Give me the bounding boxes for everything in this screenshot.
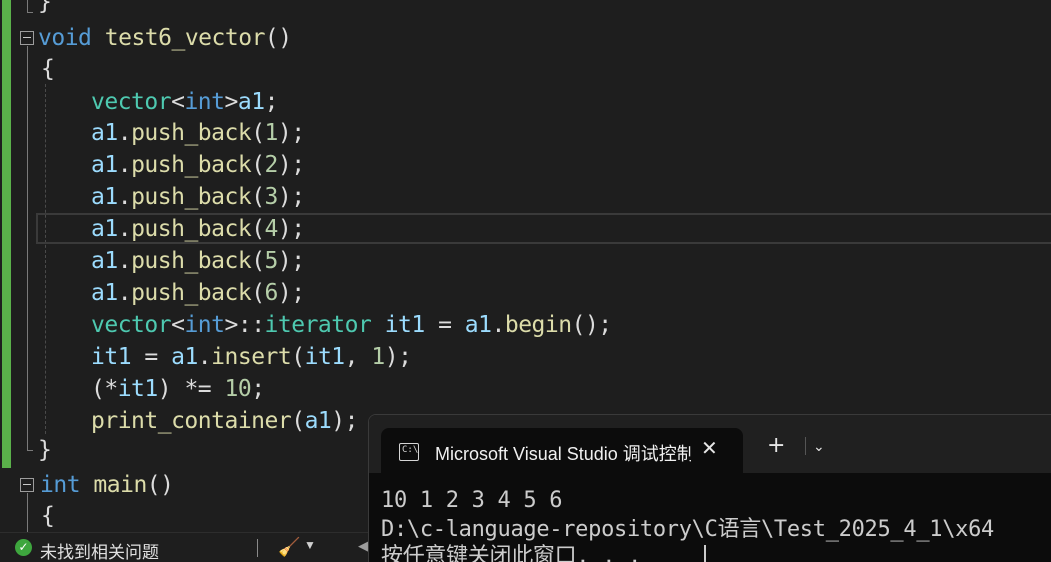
function-name: push_back: [131, 120, 252, 146]
output-line: D:\c-language-repository\C语言\Test_2025_4…: [381, 517, 994, 542]
keyword: int: [184, 312, 225, 338]
variable: a1: [304, 408, 332, 434]
variable: a1: [464, 312, 492, 338]
code-line[interactable]: it1 = a1.insert(it1, 1);: [91, 341, 412, 373]
function-name: print_container: [91, 408, 292, 434]
function-name: main: [93, 472, 147, 498]
fold-line: [27, 46, 28, 450]
number: 3: [264, 184, 279, 210]
number: 5: [264, 248, 279, 274]
variable: it1: [117, 376, 159, 402]
function-name: test6_vector: [104, 25, 266, 51]
terminal-tab[interactable]: C:\ Microsoft Visual Studio 调试控制台 ✕: [381, 428, 743, 474]
number: 10: [224, 376, 252, 402]
fold-end: [27, 450, 33, 451]
code-line[interactable]: void test6_vector(): [38, 22, 292, 54]
scroll-left-icon[interactable]: ◀: [358, 538, 368, 554]
punctuation: (): [264, 25, 292, 51]
indent-guide: [45, 84, 46, 434]
text-cursor: [704, 545, 706, 562]
tab-title: Microsoft Visual Studio 调试控制台: [435, 444, 691, 464]
change-indicator-bar: [2, 0, 11, 468]
chevron-down-icon[interactable]: ⌄: [813, 439, 825, 455]
number: 1: [264, 120, 279, 146]
divider: [805, 437, 806, 455]
code-line[interactable]: print_container(a1);: [91, 405, 358, 437]
type-name: vector: [91, 89, 172, 115]
console-icon: C:\: [399, 443, 419, 461]
debug-console-window[interactable]: C:\ Microsoft Visual Studio 调试控制台 ✕ + ⌄ …: [368, 414, 1051, 562]
brace: }: [38, 0, 52, 15]
number: 6: [264, 280, 279, 306]
collapse-toggle-test6[interactable]: [20, 31, 34, 45]
variable: a1: [91, 280, 118, 306]
function-name: insert: [211, 344, 292, 370]
brace: }: [38, 437, 52, 463]
variable: a1: [91, 248, 118, 274]
variable: it1: [304, 344, 346, 370]
brace: {: [41, 56, 55, 82]
check-circle-icon: ✓: [15, 539, 32, 556]
code-line[interactable]: a1.push_back(2);: [91, 149, 305, 181]
output-line: 按任意键关闭此窗口. . .: [381, 544, 642, 562]
brace: {: [41, 503, 55, 529]
output-line: 10 1 2 3 4 5 6: [381, 488, 563, 513]
type-name: vector: [91, 312, 172, 338]
keyword: int: [40, 472, 81, 498]
number: 1: [371, 344, 385, 370]
punctuation: >: [224, 89, 239, 115]
broom-icon[interactable]: 🧹: [278, 537, 300, 558]
function-name: push_back: [131, 184, 252, 210]
code-line[interactable]: }: [38, 0, 52, 18]
terminal-titlebar: C:\ Microsoft Visual Studio 调试控制台 ✕ + ⌄: [369, 415, 1051, 474]
punctuation: (): [146, 472, 174, 498]
issues-status[interactable]: 未找到相关问题: [40, 538, 159, 562]
code-line[interactable]: }: [38, 434, 52, 466]
keyword: int: [184, 89, 225, 115]
code-line[interactable]: a1.push_back(6);: [91, 277, 305, 309]
code-line[interactable]: a1.push_back(1);: [91, 117, 305, 149]
code-line[interactable]: (*it1) *= 10;: [91, 373, 265, 405]
function-name: push_back: [131, 248, 252, 274]
variable: a1: [91, 152, 118, 178]
chevron-down-icon[interactable]: ▼: [304, 538, 316, 552]
variable: it1: [384, 312, 426, 338]
function-name: push_back: [131, 216, 252, 242]
punctuation: <: [171, 89, 185, 115]
punctuation: ;: [264, 89, 279, 115]
variable: a1: [171, 344, 198, 370]
divider: [257, 539, 258, 557]
code-line[interactable]: a1.push_back(4);: [91, 213, 305, 245]
collapse-toggle-main[interactable]: [20, 478, 34, 492]
variable: a1: [91, 216, 118, 242]
function-name: begin: [504, 312, 572, 338]
type-name: iterator: [264, 312, 372, 338]
close-icon[interactable]: ✕: [701, 436, 718, 460]
code-line[interactable]: {: [41, 500, 55, 532]
code-line[interactable]: a1.push_back(3);: [91, 181, 305, 213]
number: 2: [264, 152, 279, 178]
code-line[interactable]: int main(): [40, 469, 174, 501]
variable: it1: [91, 344, 132, 370]
function-name: push_back: [131, 280, 252, 306]
code-line[interactable]: {: [41, 53, 55, 85]
fold-end: [27, 12, 33, 13]
code-line[interactable]: vector<int>a1;: [91, 86, 278, 118]
new-tab-button[interactable]: +: [767, 435, 785, 457]
number: 4: [264, 216, 279, 242]
variable: a1: [237, 89, 265, 115]
fold-line: [27, 493, 28, 532]
fold-line: [27, 0, 28, 12]
code-line[interactable]: vector<int>::iterator it1 = a1.begin();: [91, 309, 612, 341]
code-line[interactable]: a1.push_back(5);: [91, 245, 305, 277]
function-name: push_back: [131, 152, 252, 178]
variable: a1: [91, 120, 118, 146]
variable: a1: [91, 184, 118, 210]
keyword: void: [38, 25, 92, 51]
